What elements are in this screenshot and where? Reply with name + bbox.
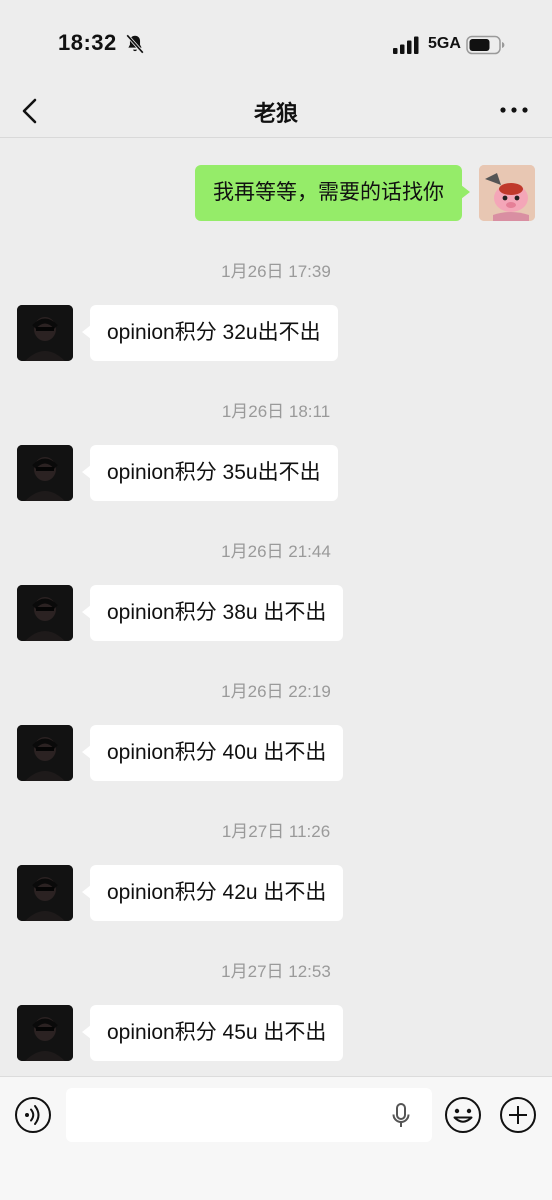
contact-avatar[interactable] (17, 865, 73, 921)
network-label: 5GA (428, 35, 461, 52)
contact-avatar[interactable] (17, 725, 73, 781)
chat-title: 老狼 (253, 101, 298, 126)
message-list[interactable]: 我再等等，需要的话找你 1月26日 17:39 opinion积分 32u出不出… (0, 138, 552, 1076)
message-timestamp: 1月26日 22:19 (221, 682, 331, 701)
contact-message-row: opinion积分 40u 出不出 (0, 725, 552, 781)
message-timestamp: 1月26日 21:44 (221, 542, 331, 561)
message-timestamp: 1月26日 17:39 (221, 262, 331, 281)
message-timestamp: 1月27日 12:53 (221, 962, 331, 981)
voice-icon[interactable] (14, 1096, 52, 1134)
message-timestamp: 1月26日 18:11 (221, 402, 331, 421)
mic-icon[interactable] (390, 1102, 412, 1130)
contact-avatar[interactable] (17, 445, 73, 501)
contact-photo (17, 1005, 73, 1061)
contact-photo (17, 305, 73, 361)
contact-avatar[interactable] (17, 1005, 73, 1061)
contact-avatar[interactable] (17, 585, 73, 641)
my-message-bubble[interactable]: 我再等等，需要的话找你 (195, 165, 470, 221)
nav-bar: 老狼 (0, 86, 552, 138)
contact-message-bubble[interactable]: opinion积分 40u 出不出 (81, 725, 344, 781)
my-avatar[interactable] (479, 165, 535, 221)
contact-photo (17, 725, 73, 781)
emoji-icon[interactable] (444, 1096, 482, 1134)
cartoon-avatar-icon (479, 165, 535, 221)
contact-message-row: opinion积分 32u出不出 (0, 305, 552, 361)
bell-muted-icon (125, 34, 145, 54)
contact-avatar[interactable] (17, 305, 73, 361)
status-time: 18:32 (58, 30, 117, 55)
contact-photo (17, 445, 73, 501)
contact-message-row: opinion积分 38u 出不出 (0, 585, 552, 641)
message-input[interactable] (66, 1088, 432, 1142)
my-message-row: 我再等等，需要的话找你 (0, 165, 552, 221)
contact-message-bubble[interactable]: opinion积分 35u出不出 (82, 445, 338, 501)
contact-message-bubble[interactable]: opinion积分 32u出不出 (82, 305, 338, 361)
battery-icon (466, 35, 505, 55)
contact-photo (17, 585, 73, 641)
message-timestamp: 1月27日 11:26 (221, 822, 331, 841)
contact-message-bubble[interactable]: opinion积分 42u 出不出 (81, 865, 344, 921)
contact-message-bubble[interactable]: opinion积分 45u 出不出 (81, 1005, 344, 1061)
contact-message-row: opinion积分 35u出不出 (0, 445, 552, 501)
input-bar (0, 1076, 552, 1200)
status-bar: 18:32 5GA (0, 0, 552, 86)
contact-message-row: opinion积分 45u 出不出 (0, 1005, 552, 1061)
contact-message-row: opinion积分 42u 出不出 (0, 865, 552, 921)
contact-photo (17, 865, 73, 921)
plus-icon[interactable] (499, 1096, 537, 1134)
more-icon[interactable] (498, 100, 530, 120)
contact-message-bubble[interactable]: opinion积分 38u 出不出 (81, 585, 344, 641)
signal-icon (393, 36, 419, 54)
